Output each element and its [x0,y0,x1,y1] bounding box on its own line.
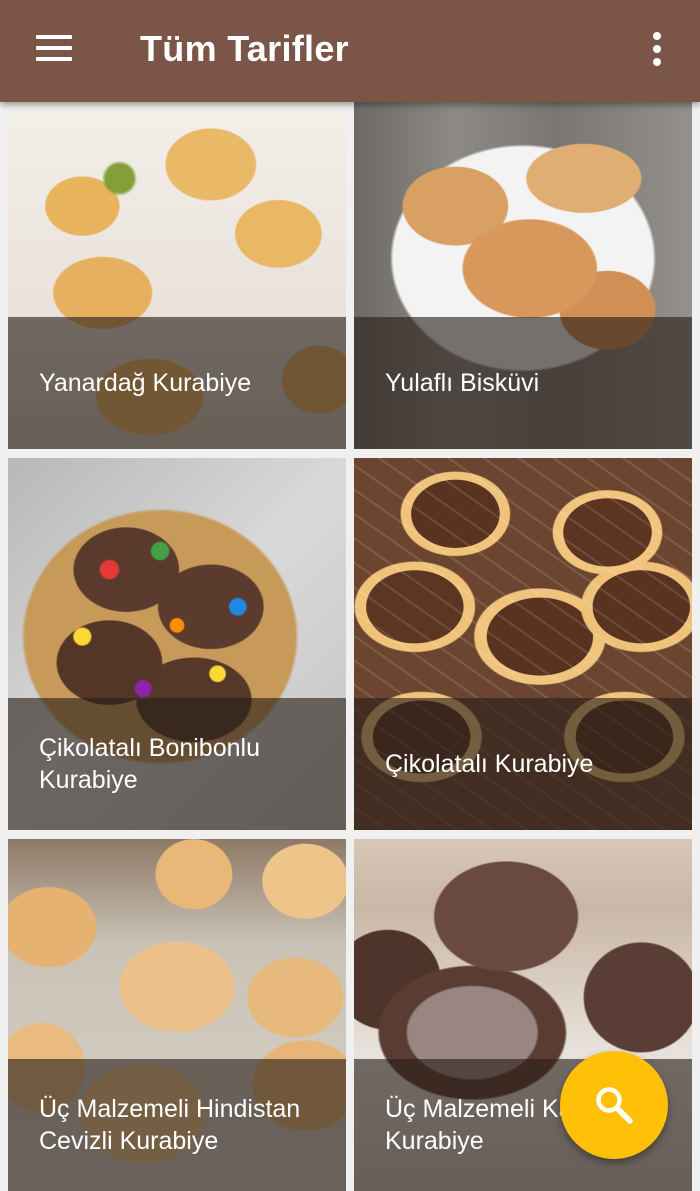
hamburger-menu-icon[interactable] [28,26,82,70]
app-bar: Tüm Tarifler [0,0,700,102]
recipe-card-yanardag[interactable]: Yanardağ Kurabiye [8,102,346,449]
page-title: Tüm Tarifler [140,28,349,69]
search-icon [596,1087,633,1124]
more-options-icon[interactable] [636,28,678,70]
recipe-caption: Üç Malzemeli Hindistan Cevizli Kurabiye [8,1059,346,1191]
search-button[interactable] [560,1051,668,1159]
recipe-title: Çikolatalı Bonibonlu Kurabiye [39,734,260,794]
recipe-title: Çikolatalı Kurabiye [385,750,594,778]
recipe-title: Üç Malzemeli Hindistan Cevizli Kurabiye [39,1095,301,1155]
recipe-caption: Çikolatalı Bonibonlu Kurabiye [8,698,346,830]
recipe-card-cikolatali[interactable]: Çikolatalı Kurabiye [354,458,692,830]
recipe-card-yulafli[interactable]: Yulaflı Bisküvi [354,102,692,449]
recipe-caption: Çikolatalı Kurabiye [354,698,692,830]
recipe-caption: Yanardağ Kurabiye [8,317,346,449]
recipe-title: Yanardağ Kurabiye [39,369,252,397]
recipe-card-hindistan-cevizli[interactable]: Üç Malzemeli Hindistan Cevizli Kurabiye [8,839,346,1191]
recipe-caption: Yulaflı Bisküvi [354,317,692,449]
recipe-card-bonibonlu[interactable]: Çikolatalı Bonibonlu Kurabiye [8,458,346,830]
recipe-title: Yulaflı Bisküvi [385,369,540,397]
